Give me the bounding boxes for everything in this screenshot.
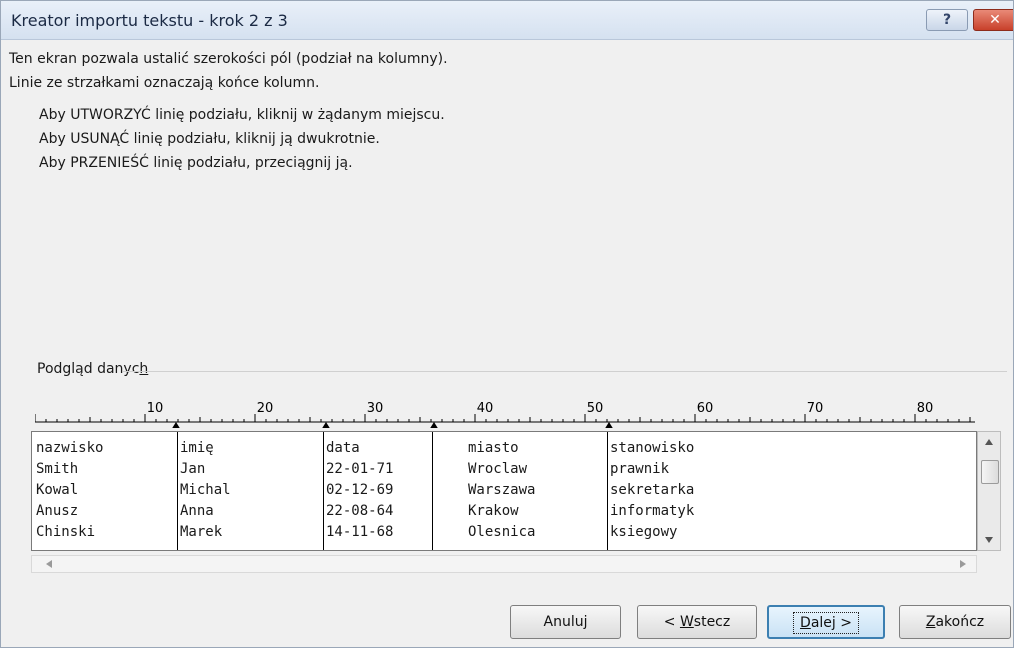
- text-import-wizard-dialog: Kreator importu tekstu - krok 2 z 3 ? ✕ …: [0, 0, 1014, 648]
- cell-miasto: miasto: [468, 440, 519, 456]
- ruler-label-40: 40: [477, 401, 494, 416]
- ruler-label-30: 30: [367, 401, 384, 416]
- data-preview-grid[interactable]: nazwisko imię data miasto stanowisko Smi…: [31, 431, 977, 551]
- column-ruler[interactable]: 10 20 30 40 50 60 70 80: [35, 396, 977, 428]
- intro-line-2: Linie ze strzałkami oznaczają końce kolu…: [9, 75, 320, 91]
- intro-line-1: Ten ekran pozwala ustalić szerokości pól…: [9, 51, 448, 67]
- help-button[interactable]: ?: [926, 9, 968, 31]
- preview-group-line: [123, 371, 1007, 372]
- ruler-label-70: 70: [807, 401, 824, 416]
- data-preview-label: Podgląd danych: [37, 361, 149, 377]
- instruction-create: Aby UTWORZYĆ linię podziału, kliknij w ż…: [39, 107, 445, 123]
- column-break-arrow-4: [605, 422, 613, 428]
- scroll-right-icon: [960, 560, 966, 568]
- back-button[interactable]: < Wstecz: [637, 605, 757, 639]
- ruler-label-60: 60: [697, 401, 714, 416]
- column-break-line-2[interactable]: [323, 432, 324, 550]
- scroll-down-icon: [985, 537, 993, 543]
- column-break-line-3[interactable]: [432, 432, 433, 550]
- ruler-label-20: 20: [257, 401, 274, 416]
- vertical-scrollbar[interactable]: [977, 431, 1001, 551]
- column-break-arrow-1: [172, 422, 180, 428]
- cancel-button[interactable]: Anuluj: [510, 605, 621, 639]
- column-break-line-1[interactable]: [177, 432, 178, 550]
- next-button[interactable]: Dalej >: [767, 605, 885, 639]
- ruler-label-50: 50: [587, 401, 604, 416]
- close-button[interactable]: ✕: [973, 9, 1013, 31]
- column-break-arrow-2: [322, 422, 330, 428]
- window-title: Kreator importu tekstu - krok 2 z 3: [11, 11, 288, 30]
- instruction-delete: Aby USUNĄĆ linię podziału, kliknij ją dw…: [39, 131, 380, 147]
- scroll-left-icon: [46, 560, 52, 568]
- ruler-label-10: 10: [147, 401, 164, 416]
- cell-stanowisko: stanowisko: [610, 440, 695, 456]
- column-break-line-4[interactable]: [607, 432, 608, 550]
- cell-nazwisko: nazwisko: [36, 440, 104, 456]
- instruction-move: Aby PRZENIEŚĆ linię podziału, przeciągni…: [39, 155, 353, 171]
- finish-button[interactable]: Zakończ: [899, 605, 1011, 639]
- scroll-up-icon: [985, 439, 993, 445]
- horizontal-scrollbar[interactable]: [31, 555, 977, 573]
- vertical-scroll-thumb[interactable]: [981, 460, 999, 484]
- column-break-arrow-3: [430, 422, 438, 428]
- cell-imie: imię: [180, 440, 214, 456]
- cell-data: data: [326, 440, 360, 456]
- ruler-label-80: 80: [917, 401, 934, 416]
- title-bar: Kreator importu tekstu - krok 2 z 3 ? ✕: [1, 1, 1013, 40]
